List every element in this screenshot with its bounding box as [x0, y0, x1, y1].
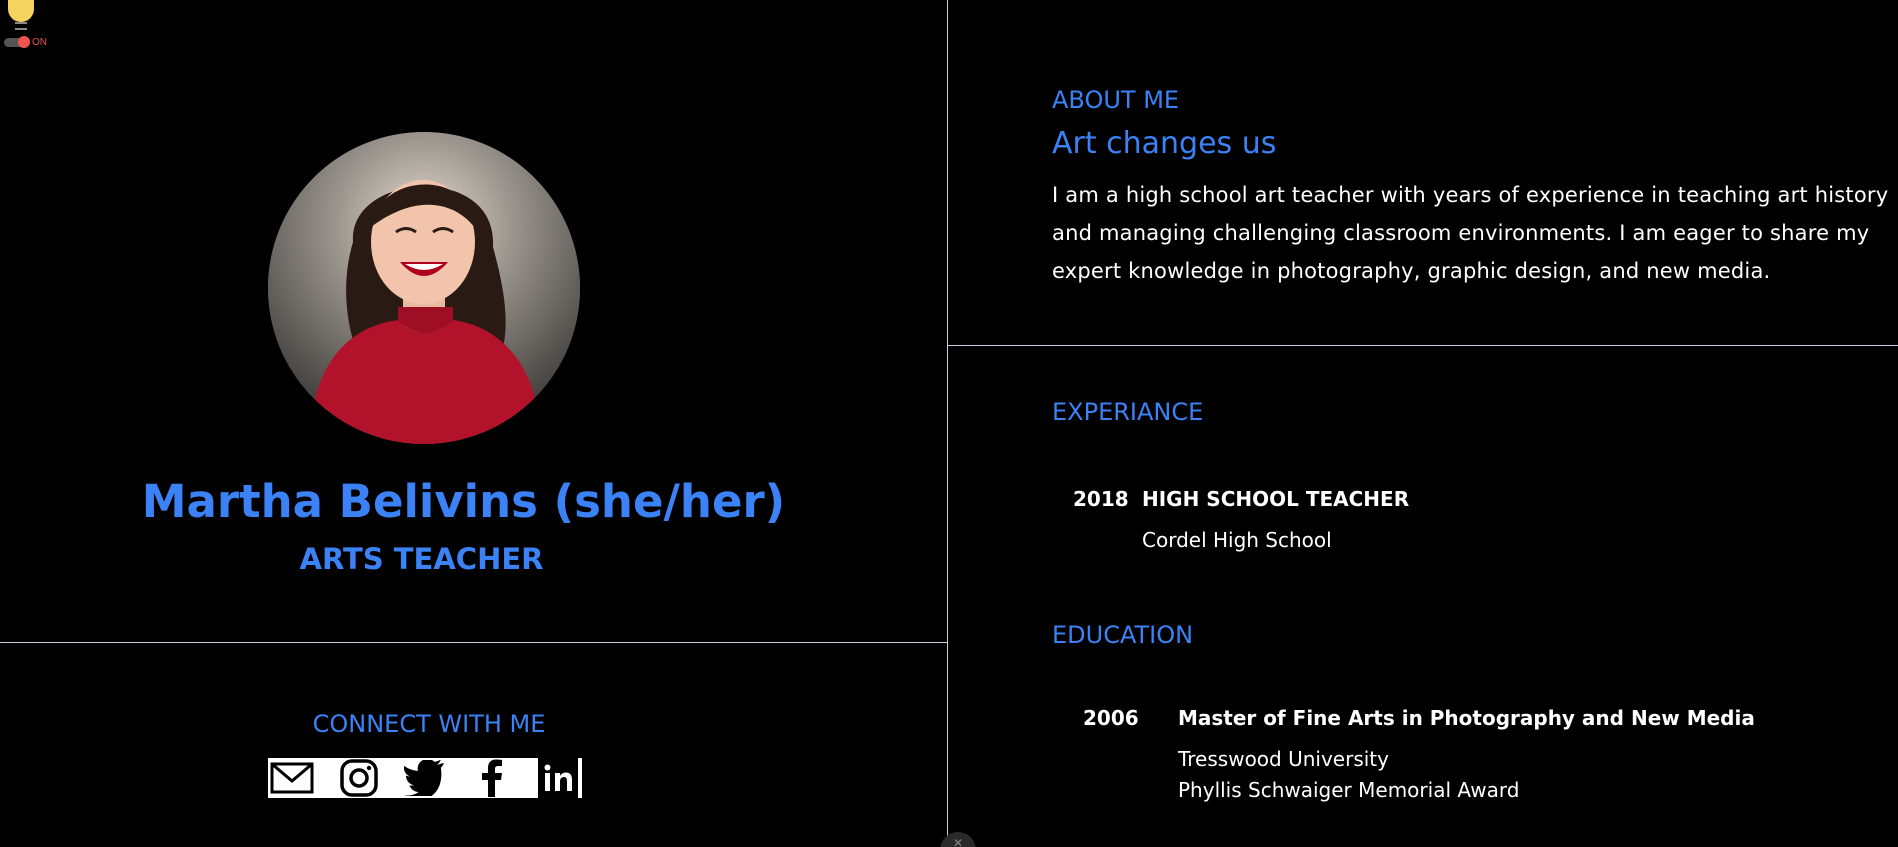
vertical-divider: [947, 0, 948, 847]
profile-role: ARTS TEACHER: [299, 542, 544, 576]
profile-name: Martha Belivins (she/her): [141, 475, 786, 528]
experience-org: Cordel High School: [1142, 528, 1332, 552]
facebook-icon[interactable]: [468, 758, 516, 798]
mail-icon[interactable]: [268, 758, 316, 798]
connect-title: CONNECT WITH ME: [312, 710, 546, 738]
experience-title: HIGH SCHOOL TEACHER: [1142, 487, 1410, 511]
linkedin-icon[interactable]: [534, 758, 582, 798]
about-label: ABOUT ME: [1052, 86, 1180, 114]
about-text: I am a high school art teacher with year…: [1052, 183, 1889, 283]
avatar: [268, 132, 580, 444]
left-divider: [0, 642, 947, 643]
education-award: Phyllis Schwaiger Memorial Award: [1178, 778, 1520, 802]
twitter-icon[interactable]: [401, 758, 449, 798]
profile-panel: Martha Belivins (she/her) ARTS TEACHER C…: [0, 0, 947, 847]
avatar-illustration: [268, 132, 580, 444]
right-divider: [948, 345, 1898, 346]
social-links: [268, 758, 582, 798]
about-heading: Art changes us: [1052, 126, 1277, 161]
portfolio-page: ON Martha Belivins (she/her) ARTS TEACHE…: [0, 0, 1898, 847]
experience-label: EXPERIANCE: [1052, 398, 1204, 426]
education-title: Master of Fine Arts in Photography and N…: [1178, 706, 1755, 730]
education-org: Tresswood University: [1178, 747, 1389, 771]
experience-year: 2018: [1073, 487, 1129, 511]
education-label: EDUCATION: [1052, 621, 1194, 649]
instagram-icon[interactable]: [335, 758, 383, 798]
education-year: 2006: [1083, 706, 1139, 730]
